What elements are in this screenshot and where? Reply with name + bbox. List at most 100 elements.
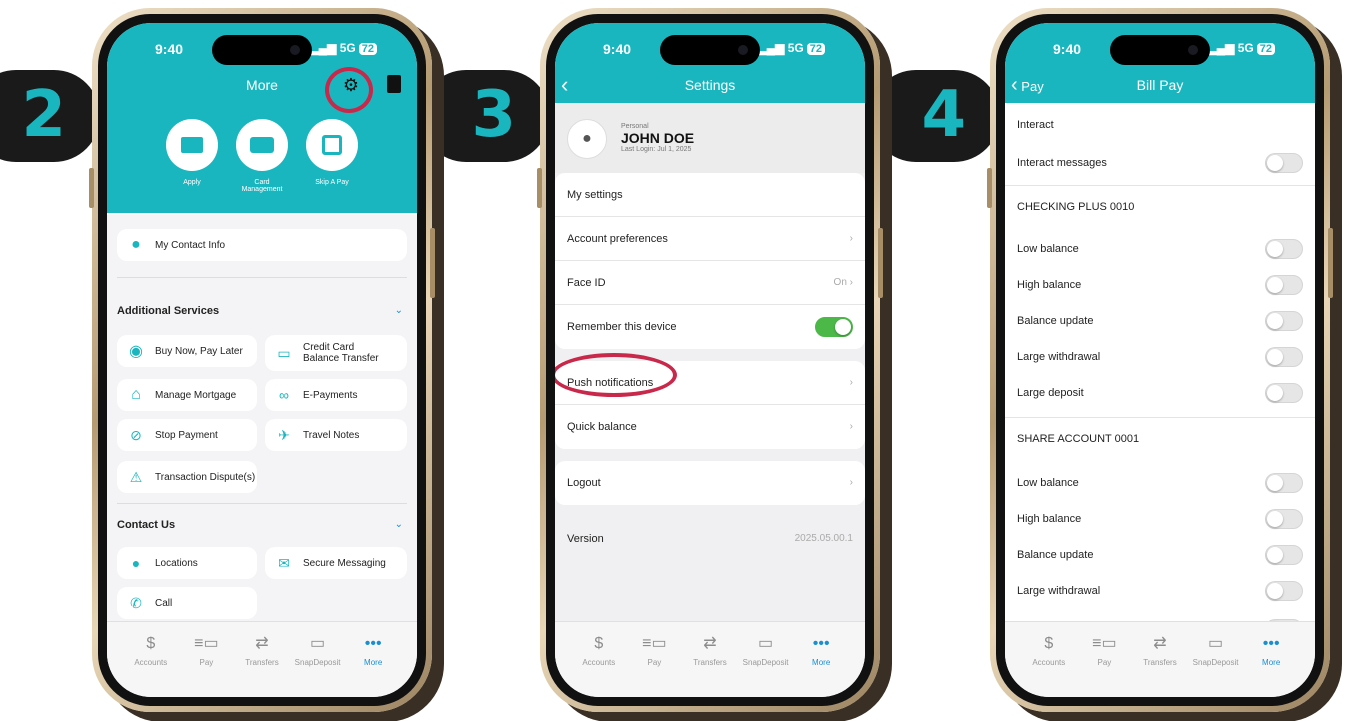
step-badge-3: 3 bbox=[420, 70, 550, 162]
phone-settings: 9:40 ▂▄▆ 5G 72 ‹ Settings ● Personal JOHN… bbox=[537, 8, 883, 712]
quick-skip-a-pay[interactable]: Skip A Pay bbox=[304, 119, 360, 193]
checking-large-deposit[interactable]: Large deposit bbox=[1005, 375, 1315, 411]
dollar-circle-icon: $ bbox=[1044, 635, 1054, 652]
account-preferences-row[interactable]: Account preferences › bbox=[555, 217, 865, 261]
checking-high-balance[interactable]: High balance bbox=[1005, 267, 1315, 303]
more-dots-icon: ••• bbox=[364, 635, 382, 652]
buy-now-pay-later[interactable]: ◉ Buy Now, Pay Later bbox=[117, 335, 257, 367]
tab-snapdeposit[interactable]: ▭ SnapDeposit bbox=[290, 634, 346, 697]
transfer-arrows-icon: ⇄ bbox=[1153, 635, 1167, 652]
section-additional-services[interactable]: Additional Services ⌄ bbox=[117, 305, 407, 317]
tab-accounts[interactable]: $ Accounts bbox=[1021, 634, 1077, 697]
snapdeposit-icon: ▭ bbox=[758, 635, 774, 652]
back-button[interactable]: ‹ Pay bbox=[1011, 67, 1044, 105]
remember-device-row[interactable]: Remember this device bbox=[555, 305, 865, 349]
tab-transfers[interactable]: ⇄ Transfers bbox=[682, 634, 738, 697]
back-chevron-icon[interactable]: ‹ bbox=[561, 67, 568, 103]
step-badge-2: 2 bbox=[0, 70, 100, 162]
back-chevron-icon: ‹ bbox=[1011, 74, 1018, 96]
calendar-skip-icon bbox=[322, 135, 342, 155]
dynamic-island bbox=[212, 35, 312, 65]
tab-more[interactable]: ••• More bbox=[793, 634, 849, 697]
card-transfer-icon: ▭ bbox=[277, 344, 291, 361]
tab-transfers[interactable]: ⇄ Transfers bbox=[234, 634, 290, 697]
warning-icon: ⚠ bbox=[129, 468, 143, 485]
house-icon: ⌂ bbox=[131, 386, 141, 403]
highlight-gear bbox=[325, 67, 373, 113]
locations[interactable]: ● Locations bbox=[117, 547, 257, 579]
logout-door-icon[interactable] bbox=[387, 75, 401, 93]
profile-header: ● Personal JOHN DOE Last Login: Jul 1, 2… bbox=[555, 103, 865, 177]
more-dots-icon: ••• bbox=[1262, 635, 1280, 652]
share-high-balance[interactable]: High balance bbox=[1005, 501, 1315, 537]
pay-icon: ≡▭ bbox=[194, 635, 219, 652]
quick-card-management[interactable]: Card Management bbox=[234, 119, 290, 193]
person-icon: ● bbox=[131, 236, 141, 253]
chevron-right-icon: › bbox=[849, 477, 853, 488]
checking-low-balance[interactable]: Low balance bbox=[1005, 231, 1315, 267]
tab-more[interactable]: ••• More bbox=[1243, 634, 1299, 697]
section-contact-us[interactable]: Contact Us ⌄ bbox=[117, 519, 407, 531]
step-badge-4: 4 bbox=[870, 70, 1000, 162]
credit-card-balance-transfer[interactable]: ▭ Credit Card Balance Transfer bbox=[265, 335, 407, 371]
share-low-balance[interactable]: Low balance bbox=[1005, 465, 1315, 501]
tab-transfers[interactable]: ⇄ Transfers bbox=[1132, 634, 1188, 697]
globe-icon: ◉ bbox=[129, 343, 143, 360]
tab-more[interactable]: ••• More bbox=[345, 634, 401, 697]
dollar-circle-icon: $ bbox=[594, 635, 604, 652]
checking-large-withdrawal[interactable]: Large withdrawal bbox=[1005, 339, 1315, 375]
airplane-icon: ✈ bbox=[278, 426, 290, 443]
folder-icon bbox=[181, 137, 203, 153]
stop-payment[interactable]: ⊘ Stop Payment bbox=[117, 419, 257, 451]
tab-snapdeposit[interactable]: ▭ SnapDeposit bbox=[738, 634, 794, 697]
settings-group-1: My settings Account preferences › Face ID… bbox=[555, 173, 865, 349]
travel-notes[interactable]: ✈ Travel Notes bbox=[265, 419, 407, 451]
tab-pay[interactable]: ≡▭ Pay bbox=[179, 634, 235, 697]
avatar: ● bbox=[567, 119, 607, 159]
prohibited-icon: ⊘ bbox=[130, 426, 142, 443]
transfer-arrows-icon: ⇄ bbox=[703, 635, 717, 652]
dollar-circle-icon: $ bbox=[146, 635, 156, 652]
quick-apply[interactable]: Apply bbox=[164, 119, 220, 193]
more-dots-icon: ••• bbox=[812, 635, 830, 652]
pay-icon: ≡▭ bbox=[1092, 635, 1117, 652]
tab-bar: $ Accounts ≡▭ Pay ⇄ Transfers ▭ SnapDeposit … bbox=[555, 621, 865, 697]
highlight-push-notifications bbox=[555, 353, 677, 397]
call[interactable]: ✆ Call bbox=[117, 587, 257, 619]
more-content: ● My Contact Info Additional Services ⌄ ◉… bbox=[107, 215, 417, 621]
secure-messaging[interactable]: ✉ Secure Messaging bbox=[265, 547, 407, 579]
my-contact-info[interactable]: ● My Contact Info bbox=[117, 229, 407, 261]
chevron-right-icon: › bbox=[849, 377, 853, 388]
my-settings-row: My settings bbox=[555, 173, 865, 217]
tab-accounts[interactable]: $ Accounts bbox=[571, 634, 627, 697]
envelope-icon: ✉ bbox=[278, 554, 290, 571]
phone-icon: ✆ bbox=[130, 594, 142, 611]
transfer-arrows-icon: ⇄ bbox=[255, 635, 269, 652]
status-signal: ▂▄▆ 5G 72 bbox=[309, 41, 377, 55]
face-id-row[interactable]: Face ID On › bbox=[555, 261, 865, 305]
snapdeposit-icon: ▭ bbox=[310, 635, 326, 652]
tab-bar: $ Accounts ≡▭ Pay ⇄ Transfers ▭ SnapDeposit … bbox=[107, 621, 417, 697]
section-interact: Interact bbox=[1005, 107, 1315, 143]
tab-snapdeposit[interactable]: ▭ SnapDeposit bbox=[1188, 634, 1244, 697]
chevron-down-icon: ⌄ bbox=[394, 305, 403, 316]
tab-accounts[interactable]: $ Accounts bbox=[123, 634, 179, 697]
share-balance-update[interactable]: Balance update bbox=[1005, 537, 1315, 573]
phone-billpay: 9:40 ▂▄▆ 5G 72 ‹ Pay Bill Pay Interact In… bbox=[987, 8, 1333, 712]
snapdeposit-icon: ▭ bbox=[1208, 635, 1224, 652]
transaction-disputes[interactable]: ⚠ Transaction Dispute(s) bbox=[117, 461, 257, 493]
chevron-right-icon: › bbox=[849, 421, 853, 432]
interact-messages-row[interactable]: Interact messages bbox=[1005, 145, 1315, 181]
settings-group-3: Logout › bbox=[555, 461, 865, 505]
checking-balance-update[interactable]: Balance update bbox=[1005, 303, 1315, 339]
tab-pay[interactable]: ≡▭ Pay bbox=[1077, 634, 1133, 697]
tab-pay[interactable]: ≡▭ Pay bbox=[627, 634, 683, 697]
manage-mortgage[interactable]: ⌂ Manage Mortgage bbox=[117, 379, 257, 411]
interact-messages-toggle[interactable] bbox=[1265, 153, 1303, 173]
e-payments[interactable]: ∞ E-Payments bbox=[265, 379, 407, 411]
remember-device-toggle[interactable] bbox=[815, 317, 853, 337]
quick-balance-row[interactable]: Quick balance › bbox=[555, 405, 865, 449]
profile-name: JOHN DOE bbox=[621, 130, 695, 146]
logout-row[interactable]: Logout › bbox=[555, 461, 865, 505]
share-large-withdrawal[interactable]: Large withdrawal bbox=[1005, 573, 1315, 609]
